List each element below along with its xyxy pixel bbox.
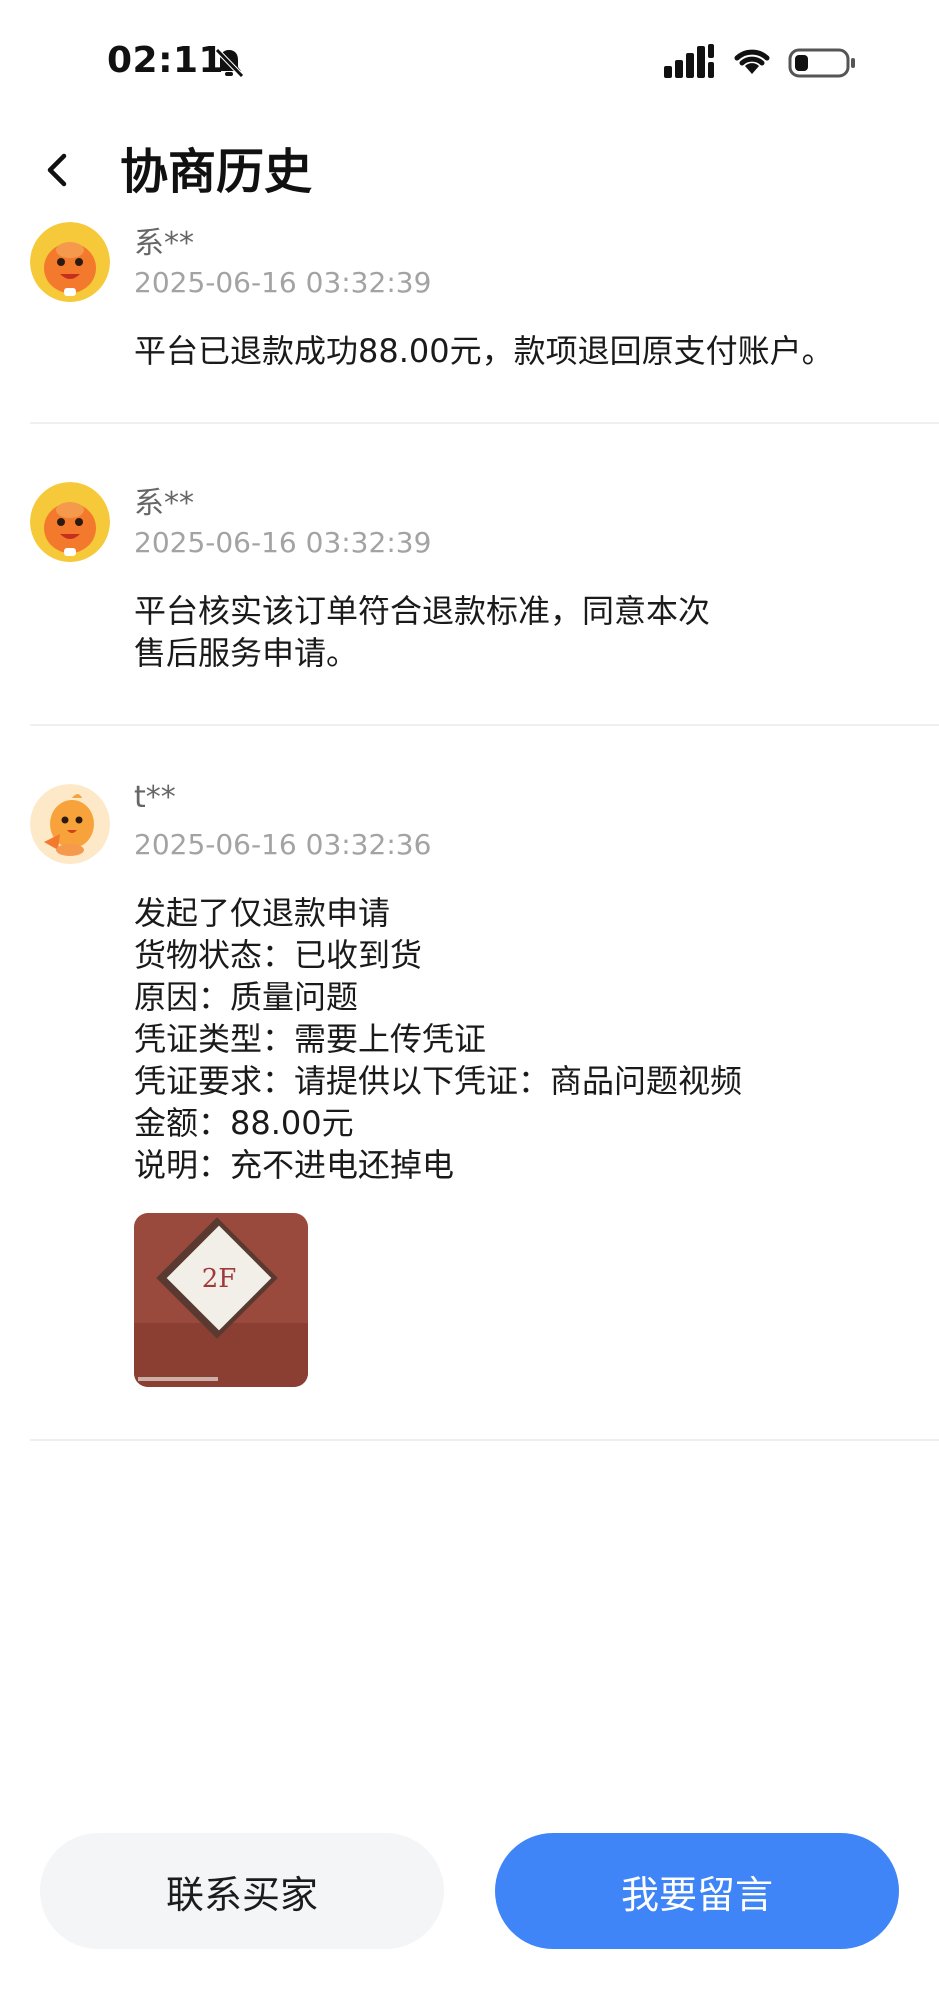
divider [30, 724, 939, 726]
message-line: 售后服务申请。 [134, 634, 359, 672]
message-line: 平台已退款成功88.00元，款项退回原支付账户。 [134, 332, 834, 370]
header: 协商历史 [0, 120, 939, 220]
entry-message: 平台已退款成功88.00元，款项退回原支付账户。 [134, 330, 834, 372]
contact-buyer-button[interactable]: 联系买家 [40, 1833, 444, 1949]
bell-mute-icon [212, 46, 246, 80]
leave-message-button[interactable]: 我要留言 [495, 1833, 899, 1949]
status-bar: 02:11 [0, 0, 939, 120]
chevron-left-icon [47, 153, 67, 187]
message-line: 发起了仅退款申请 [134, 894, 391, 932]
message-line: 说明：充不进电还掉电 [134, 1146, 455, 1184]
message-line: 凭证要求：请提供以下凭证：商品问题视频 [134, 1062, 743, 1100]
entry-timestamp: 2025-06-16 03:32:36 [134, 828, 432, 861]
back-button[interactable] [28, 140, 88, 200]
avatar [30, 784, 110, 864]
battery-icon [788, 46, 858, 80]
entry-timestamp: 2025-06-16 03:32:39 [134, 266, 432, 299]
wifi-icon [731, 44, 773, 78]
message-line: 金额：88.00元 [134, 1104, 354, 1142]
entry-message: 平台核实该订单符合退款标准，同意本次 售后服务申请。 [134, 590, 710, 674]
page-title: 协商历史 [120, 144, 313, 200]
sign-text: 2F [202, 1264, 237, 1294]
message-line: 凭证类型：需要上传凭证 [134, 1020, 487, 1058]
entry-author: 系** [134, 486, 194, 521]
avatar [30, 482, 110, 562]
avatar [30, 222, 110, 302]
divider [30, 1439, 939, 1441]
divider [30, 422, 939, 424]
status-time: 02:11 [107, 40, 225, 81]
entry-author: 系** [134, 226, 194, 261]
signal-icon [664, 44, 716, 80]
message-line: 原因：质量问题 [134, 978, 359, 1016]
entry-author: t** [134, 780, 176, 815]
message-line: 货物状态：已收到货 [134, 936, 423, 974]
evidence-image-thumbnail[interactable]: 2F [134, 1213, 308, 1387]
entry-timestamp: 2025-06-16 03:32:39 [134, 526, 432, 559]
message-line: 平台核实该订单符合退款标准，同意本次 [134, 592, 711, 630]
entry-message: 发起了仅退款申请 货物状态：已收到货 原因：质量问题 凭证类型：需要上传凭证 凭… [134, 892, 742, 1186]
